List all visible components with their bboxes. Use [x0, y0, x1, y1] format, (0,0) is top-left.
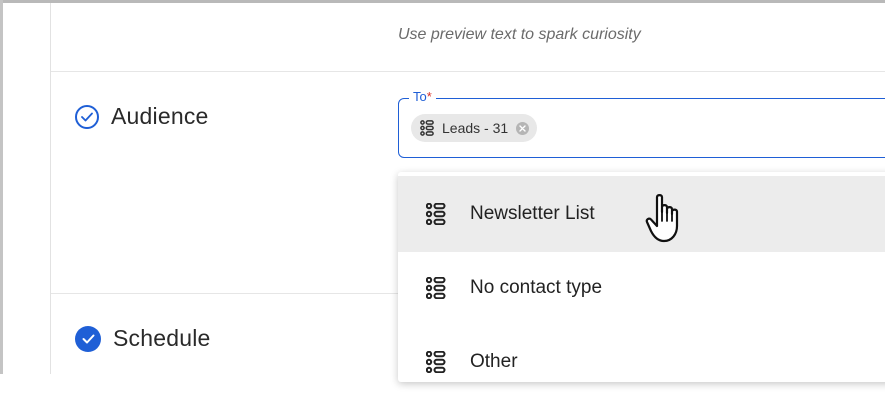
remove-chip-icon[interactable]	[516, 121, 530, 135]
dropdown-option-label: No contact type	[470, 277, 603, 298]
recipient-chip-leads[interactable]: Leads - 31	[411, 114, 538, 142]
check-circle-filled-icon	[75, 325, 101, 352]
recipient-chip-label: Leads - 31	[442, 120, 509, 136]
check-circle-outline-icon	[75, 104, 99, 129]
audience-section-header: Audience	[75, 103, 209, 130]
section-divider	[51, 71, 885, 72]
schedule-section-header: Schedule	[75, 325, 211, 352]
section-divider	[51, 293, 399, 294]
schedule-label: Schedule	[113, 325, 211, 351]
contact-list-icon	[426, 351, 446, 373]
dropdown-option-label: Newsletter List	[470, 203, 595, 224]
dropdown-option-no-contact-type[interactable]: No contact type	[398, 250, 885, 326]
hand-pointer-cursor-icon	[645, 193, 687, 250]
audience-label: Audience	[111, 103, 209, 129]
section-rail-divider	[50, 3, 51, 374]
recipient-dropdown-menu: Newsletter List No contact type Other	[398, 172, 885, 382]
dropdown-option-other[interactable]: Other	[398, 324, 885, 400]
contact-list-icon	[426, 203, 446, 225]
contact-list-icon	[420, 120, 434, 136]
to-field-label: To*	[409, 89, 436, 104]
contact-list-icon	[426, 277, 446, 299]
dropdown-option-label: Other	[470, 351, 518, 372]
window-top-border	[0, 0, 885, 3]
window-left-border	[0, 0, 3, 374]
dropdown-option-newsletter-list[interactable]: Newsletter List	[398, 176, 885, 252]
to-recipients-field[interactable]: To* Leads - 31	[398, 89, 885, 158]
required-asterisk: *	[426, 89, 432, 104]
preview-text-hint: Use preview text to spark curiosity	[398, 26, 641, 43]
